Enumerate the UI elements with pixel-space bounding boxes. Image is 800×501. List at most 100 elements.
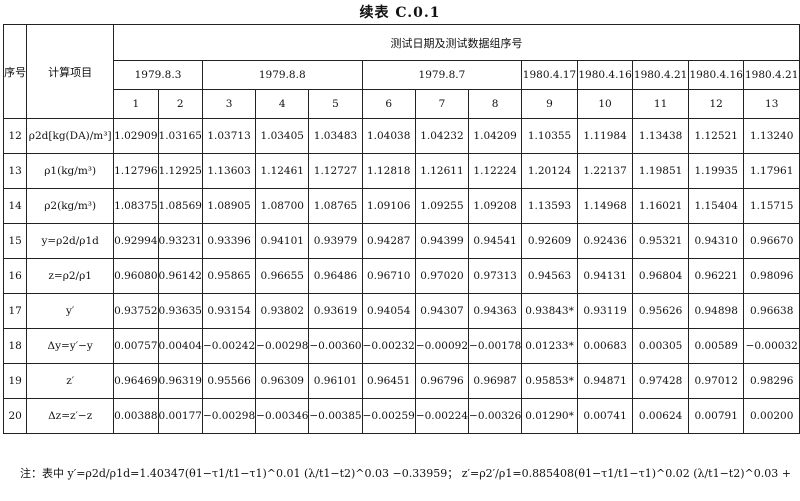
value-cell: 0.94541 <box>468 223 523 259</box>
value-cell: 0.94310 <box>687 223 745 259</box>
column-number: 1 <box>113 89 159 119</box>
value-cell: 0.96221 <box>687 258 745 294</box>
table-row: 15 y=ρ2d/ρ1d 0.92994 0.93231 0.93396 0.94101 0… <box>2 223 800 259</box>
table-row: 18 Δy=y′−y 0.00757 0.00404 −0.00242 −0.00298−… <box>2 328 800 364</box>
calc-item: y′ <box>26 293 115 329</box>
row-number: 12 <box>2 118 28 154</box>
value-cell: 1.12521 <box>687 118 745 154</box>
value-cell: 1.08700 <box>255 188 310 224</box>
calc-item: ρ1(kg/m³) <box>26 153 115 189</box>
value-cell: 0.95865 <box>201 258 257 294</box>
value-cell: 0.98296 <box>743 363 800 399</box>
row-number: 19 <box>2 363 28 399</box>
calc-item: ρ2d[kg(DA)/m³] <box>26 118 115 154</box>
table-row: 20 Δz=z′−z 0.00388 0.00177 −0.00298 −0.00346−… <box>2 398 800 434</box>
value-cell: 0.93119 <box>576 293 634 329</box>
value-cell: 0.93635 <box>157 293 203 329</box>
value-cell: 1.14968 <box>576 188 634 224</box>
value-cell: 0.93752 <box>113 293 159 329</box>
value-cell: 1.22137 <box>576 153 634 189</box>
value-cell: 1.13240 <box>743 118 800 154</box>
value-cell: 0.00757 <box>113 328 159 364</box>
value-cell: 0.92994 <box>113 223 159 259</box>
value-cell: 0.00683 <box>576 328 634 364</box>
value-cell: 0.96987 <box>468 363 523 399</box>
value-cell: 0.94307 <box>414 293 470 329</box>
value-cell: 1.03165 <box>157 118 203 154</box>
value-cell: 1.13593 <box>521 188 578 224</box>
calc-item: z′ <box>26 363 115 399</box>
value-cell: 1.17961 <box>743 153 800 189</box>
value-cell: 1.03483 <box>308 118 363 154</box>
value-cell: 0.97012 <box>687 363 745 399</box>
value-cell: 1.08569 <box>157 188 203 224</box>
value-cell: 1.20124 <box>521 153 578 189</box>
value-cell: 1.15715 <box>743 188 800 224</box>
value-cell: 0.95626 <box>632 293 689 329</box>
value-cell: −0.00232 <box>361 328 416 364</box>
value-cell: 0.95853* <box>521 363 578 399</box>
row-number: 20 <box>2 398 28 434</box>
value-cell: 1.08765 <box>308 188 363 224</box>
value-cell: 1.03405 <box>255 118 310 154</box>
column-number: 11 <box>632 89 689 119</box>
value-cell: 0.93802 <box>255 293 310 329</box>
value-cell: 0.96486 <box>308 258 363 294</box>
header-group: 测试日期及测试数据组序号 <box>113 24 800 61</box>
column-number: 10 <box>576 89 634 119</box>
value-cell: −0.00178 <box>468 328 523 364</box>
column-number: 12 <box>687 89 745 119</box>
value-cell: 0.96638 <box>743 293 800 329</box>
value-cell: 1.04232 <box>414 118 470 154</box>
column-number: 6 <box>361 89 416 119</box>
date-cell: 1980.4.16 <box>687 60 745 90</box>
date-cell: 1980.4.21 <box>743 60 800 90</box>
value-cell: 0.94399 <box>414 223 470 259</box>
value-cell: 0.00177 <box>157 398 203 434</box>
value-cell: 1.08375 <box>113 188 159 224</box>
value-cell: 0.94287 <box>361 223 416 259</box>
row-number: 17 <box>2 293 28 329</box>
column-number: 9 <box>521 89 578 119</box>
value-cell: 1.03713 <box>201 118 257 154</box>
value-cell: 1.08905 <box>201 188 257 224</box>
value-cell: −0.00032 <box>743 328 800 364</box>
value-cell: 1.12818 <box>361 153 416 189</box>
value-cell: 1.19851 <box>632 153 689 189</box>
table-row: 13 ρ1(kg/m³) 1.12796 1.12925 1.13603 1.12461 1… <box>2 153 800 189</box>
value-cell: 1.19935 <box>687 153 745 189</box>
calc-item: ρ2(kg/m³) <box>26 188 115 224</box>
value-cell: 0.98096 <box>743 258 800 294</box>
value-cell: 0.93154 <box>201 293 257 329</box>
value-cell: 1.09255 <box>414 188 470 224</box>
column-number: 3 <box>201 89 257 119</box>
column-number: 2 <box>157 89 203 119</box>
value-cell: −0.00224 <box>414 398 470 434</box>
date-cell: 1979.8.8 <box>201 60 363 90</box>
calc-item: y=ρ2d/ρ1d <box>26 223 115 259</box>
value-cell: −0.00298 <box>201 398 257 434</box>
value-cell: 0.92609 <box>521 223 578 259</box>
value-cell: 0.01290* <box>521 398 578 434</box>
row-number: 14 <box>2 188 28 224</box>
value-cell: 1.12727 <box>308 153 363 189</box>
table-row: 19 z′ 0.96469 0.96319 0.95566 0.96309 0.96101 0… <box>2 363 800 399</box>
data-table: 序号 计算项目 测试日期及测试数据组序号 1979.8.3 1979.8.8 1… <box>2 24 800 434</box>
row-number: 18 <box>2 328 28 364</box>
date-cell: 1980.4.21 <box>632 60 689 90</box>
value-cell: −0.00259 <box>361 398 416 434</box>
value-cell: 1.12796 <box>113 153 159 189</box>
value-cell: 0.95566 <box>201 363 257 399</box>
row-number: 15 <box>2 223 28 259</box>
value-cell: 0.00741 <box>576 398 634 434</box>
value-cell: 0.97020 <box>414 258 470 294</box>
value-cell: 0.93619 <box>308 293 363 329</box>
value-cell: 0.93979 <box>308 223 363 259</box>
table-title: 续表 C.0.1 <box>359 5 441 21</box>
value-cell: 1.09208 <box>468 188 523 224</box>
value-cell: 1.12611 <box>414 153 470 189</box>
value-cell: 1.02909 <box>113 118 159 154</box>
value-cell: 1.13438 <box>632 118 689 154</box>
value-cell: 1.04209 <box>468 118 523 154</box>
value-cell: 1.12461 <box>255 153 310 189</box>
